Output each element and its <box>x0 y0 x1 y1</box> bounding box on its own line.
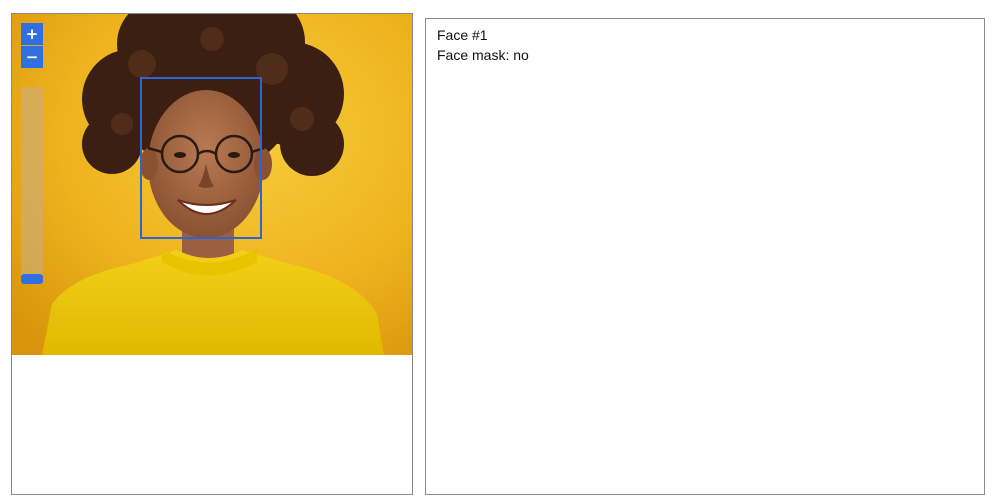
zoom-slider-thumb[interactable] <box>21 274 43 284</box>
zoom-in-button[interactable]: + <box>21 23 43 45</box>
zoom-slider-track[interactable] <box>21 87 43 284</box>
image-viewer[interactable]: + − <box>11 13 413 495</box>
face-title: Face #1 <box>437 27 488 43</box>
photo <box>12 14 412 355</box>
face-mask-status: Face mask: no <box>437 47 529 63</box>
zoom-out-button[interactable]: − <box>21 46 43 68</box>
face-bounding-box[interactable] <box>140 77 262 239</box>
face-entry: Face #1 Face mask: no <box>437 25 529 65</box>
detection-details-panel: Face #1 Face mask: no <box>425 18 985 495</box>
